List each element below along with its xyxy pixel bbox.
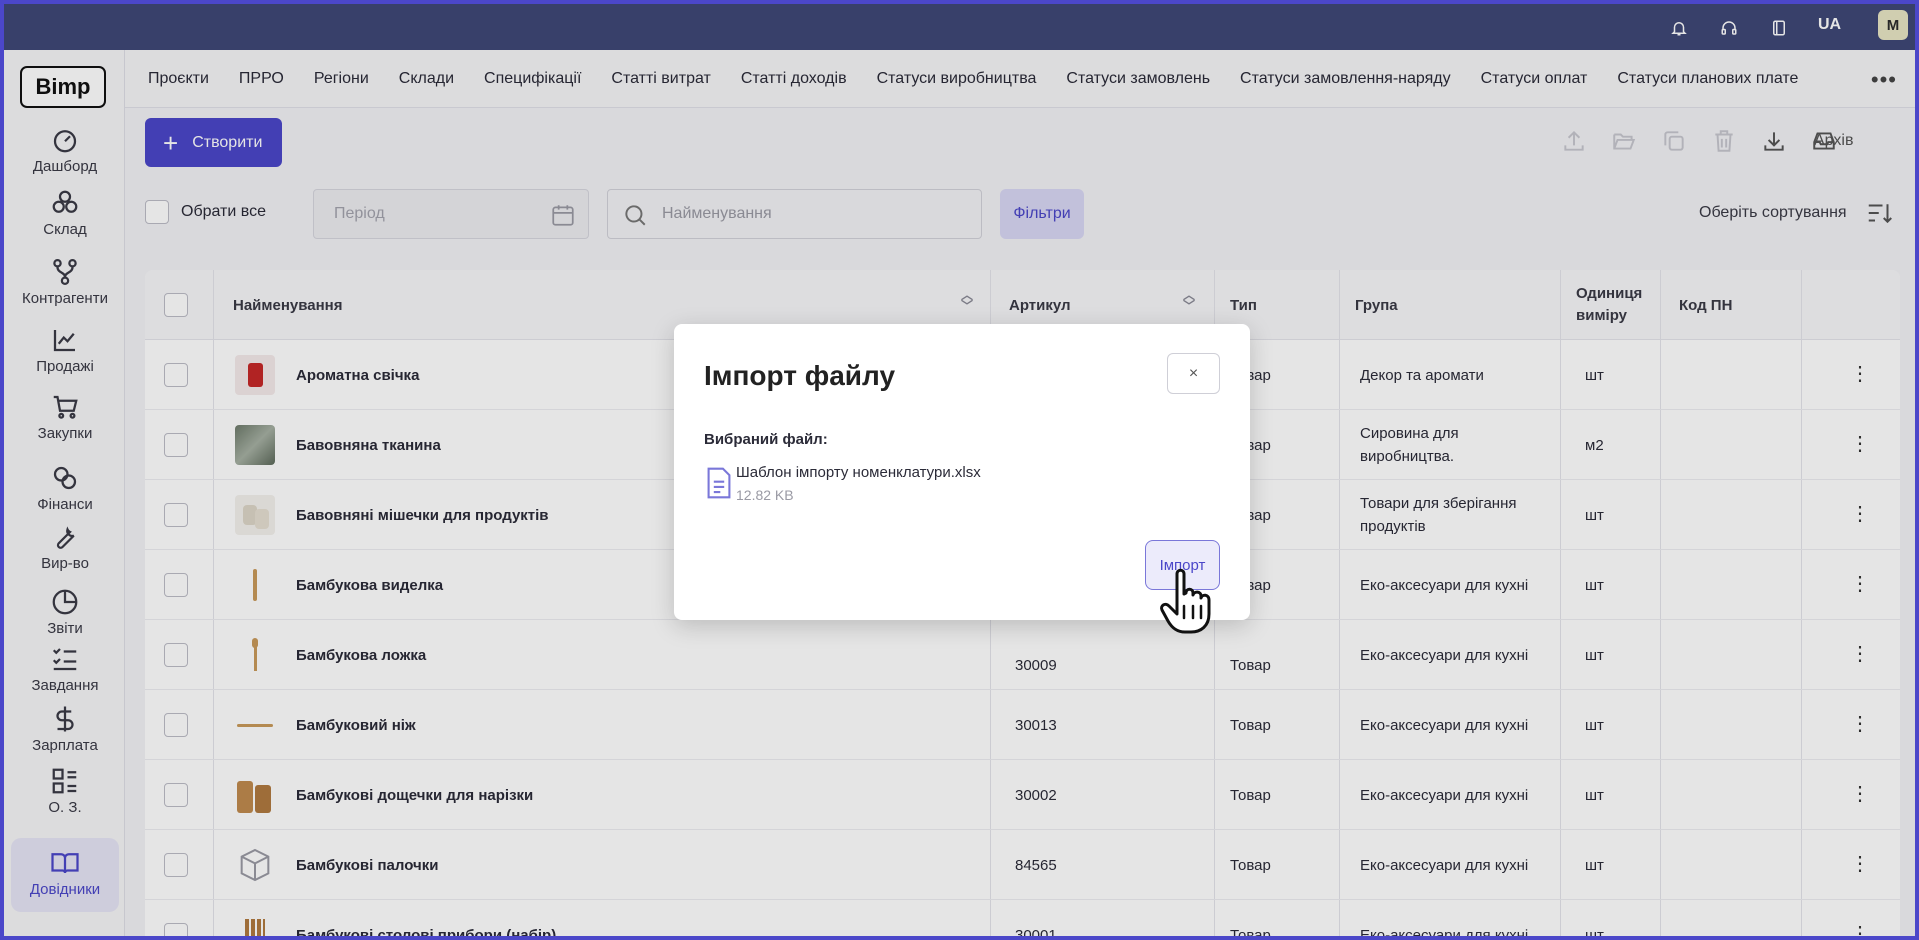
selected-file-label: Вибраний файл: xyxy=(704,431,828,448)
document-icon xyxy=(706,466,732,505)
modal-title: Імпорт файлу xyxy=(704,360,896,391)
close-button[interactable]: × xyxy=(1167,353,1220,394)
file-name: Шаблон імпорту номенклатури.xlsx xyxy=(736,464,981,481)
hand-pointer-cursor-icon xyxy=(1159,566,1217,641)
app-frame: UA M Bimp Дашборд Склад Контрагенти Прод… xyxy=(4,4,1915,936)
file-size: 12.82 KB xyxy=(736,487,794,503)
